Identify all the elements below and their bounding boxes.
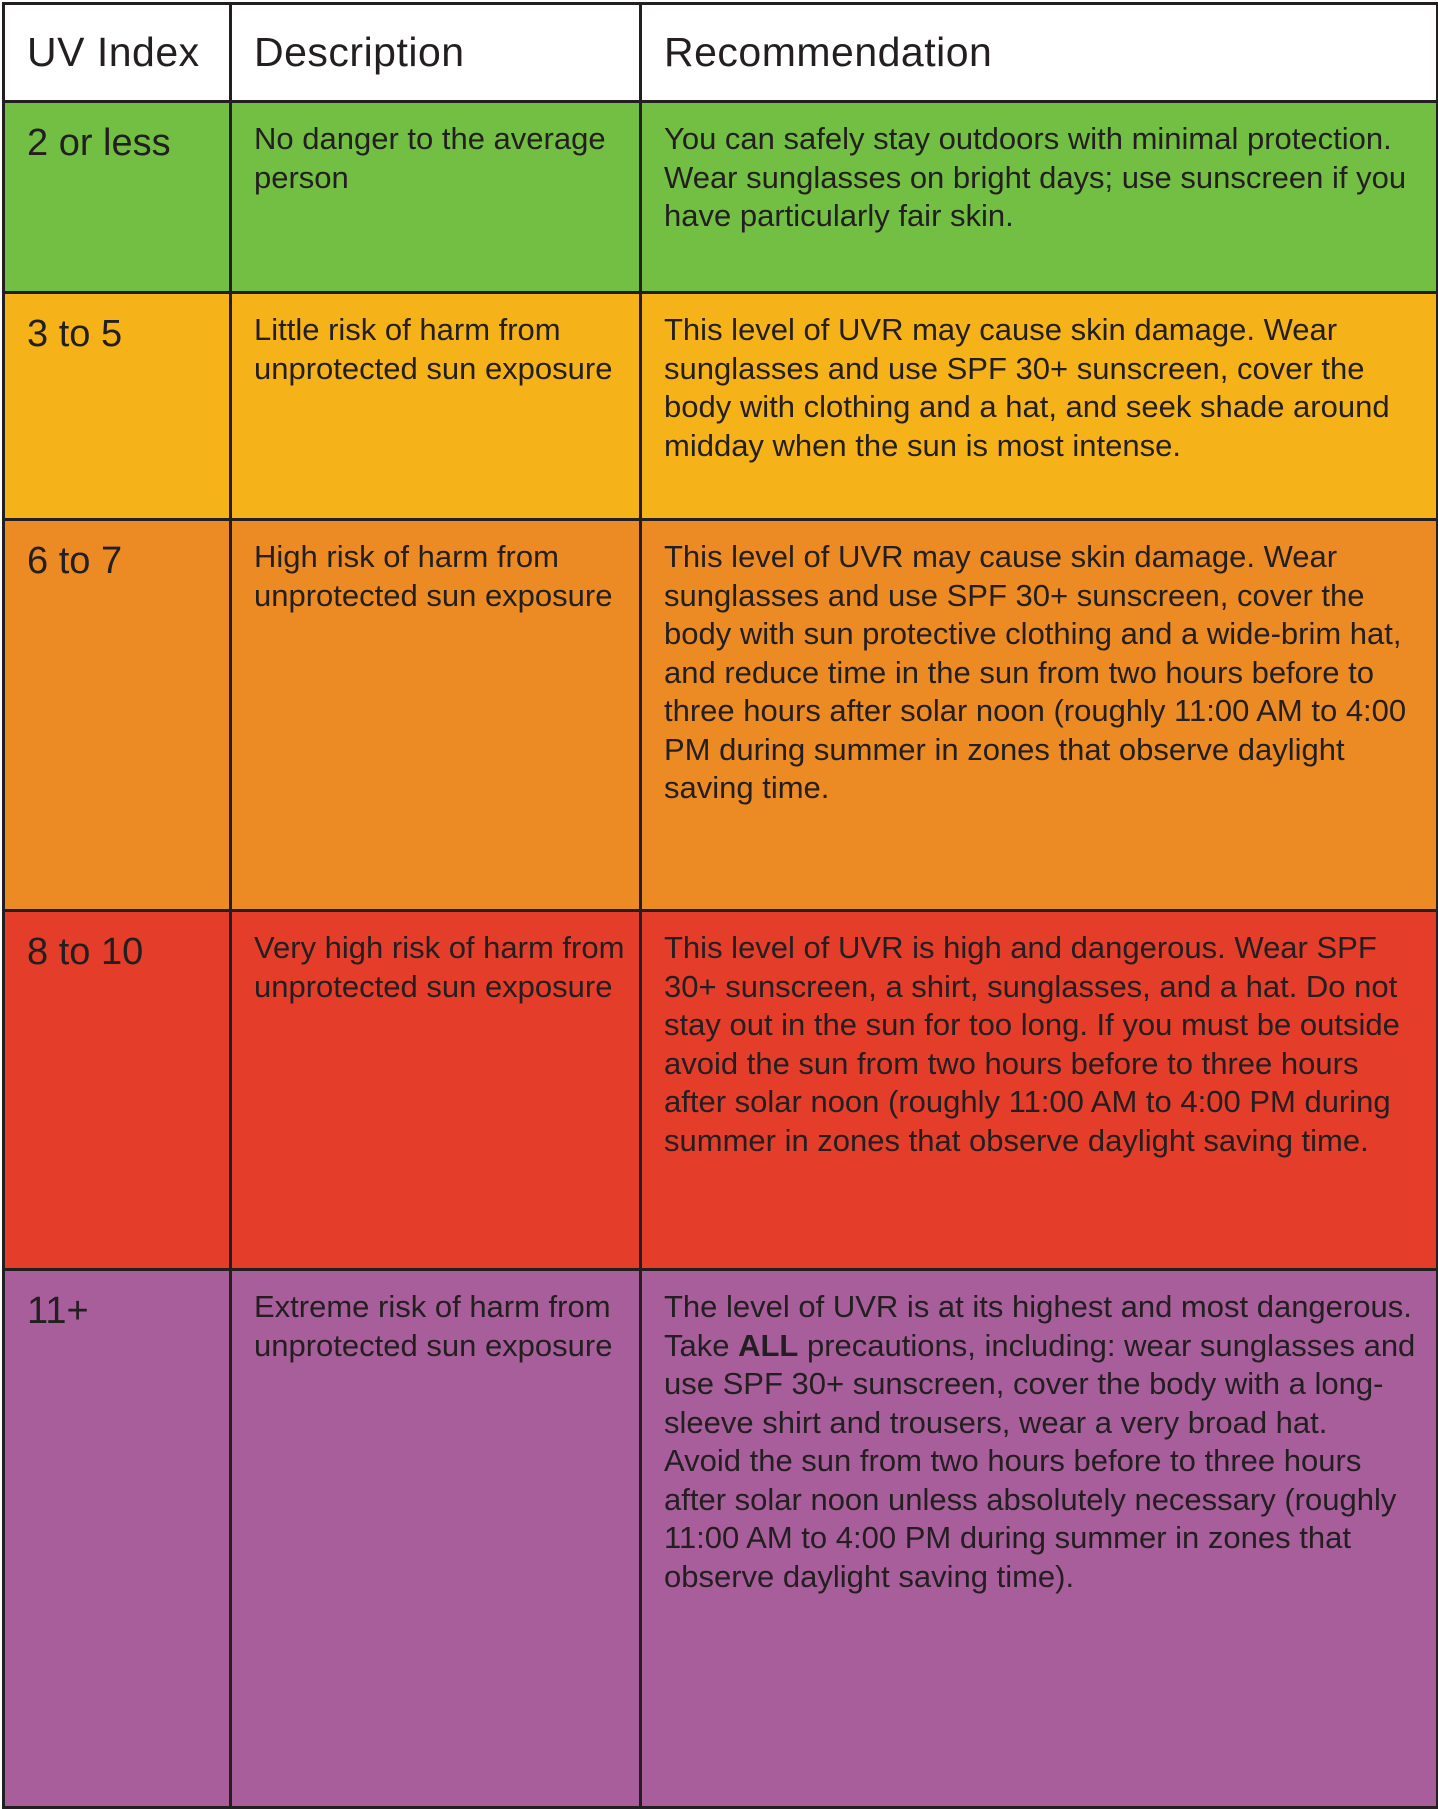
description-cell: High risk of harm from unprotected sun e… (229, 518, 642, 912)
table-row: 3 to 5 Little risk of harm from unprotec… (2, 291, 1438, 521)
description-cell: No danger to the average person (229, 100, 642, 294)
header-description: Description (229, 2, 642, 103)
recommendation-emphasis: ALL (738, 1327, 799, 1363)
table-row: 8 to 10 Very high risk of harm from unpr… (2, 909, 1438, 1271)
uv-index-cell: 3 to 5 (2, 291, 232, 521)
description-cell: Extreme risk of harm from unprotected su… (229, 1268, 642, 1809)
uv-index-cell: 8 to 10 (2, 909, 232, 1271)
table-row: 2 or less No danger to the average perso… (2, 100, 1438, 294)
table-header-row: UV Index Description Recommendation (2, 2, 1438, 103)
description-cell: Very high risk of harm from unprotected … (229, 909, 642, 1271)
recommendation-paragraph: Avoid the sun from two hours before to t… (664, 1443, 1397, 1594)
recommendation-cell: This level of UVR is high and dangerous.… (639, 909, 1438, 1271)
recommendation-cell: This level of UVR may cause skin damage.… (639, 518, 1438, 912)
recommendation-paragraph: The level of UVR is at its highest and m… (664, 1288, 1424, 1442)
table-row: 6 to 7 High risk of harm from unprotecte… (2, 518, 1438, 912)
recommendation-cell: This level of UVR may cause skin damage.… (639, 291, 1438, 521)
uv-index-cell: 11+ (2, 1268, 232, 1809)
recommendation-cell: The level of UVR is at its highest and m… (639, 1268, 1438, 1809)
description-cell: Little risk of harm from unprotected sun… (229, 291, 642, 521)
header-recommendation: Recommendation (639, 2, 1438, 103)
uv-index-cell: 6 to 7 (2, 518, 232, 912)
uv-index-table: UV Index Description Recommendation 2 or… (2, 2, 1438, 1809)
header-uv-index: UV Index (2, 2, 232, 103)
table-row: 11+ Extreme risk of harm from unprotecte… (2, 1268, 1438, 1809)
recommendation-cell: You can safely stay outdoors with minima… (639, 100, 1438, 294)
uv-index-cell: 2 or less (2, 100, 232, 294)
